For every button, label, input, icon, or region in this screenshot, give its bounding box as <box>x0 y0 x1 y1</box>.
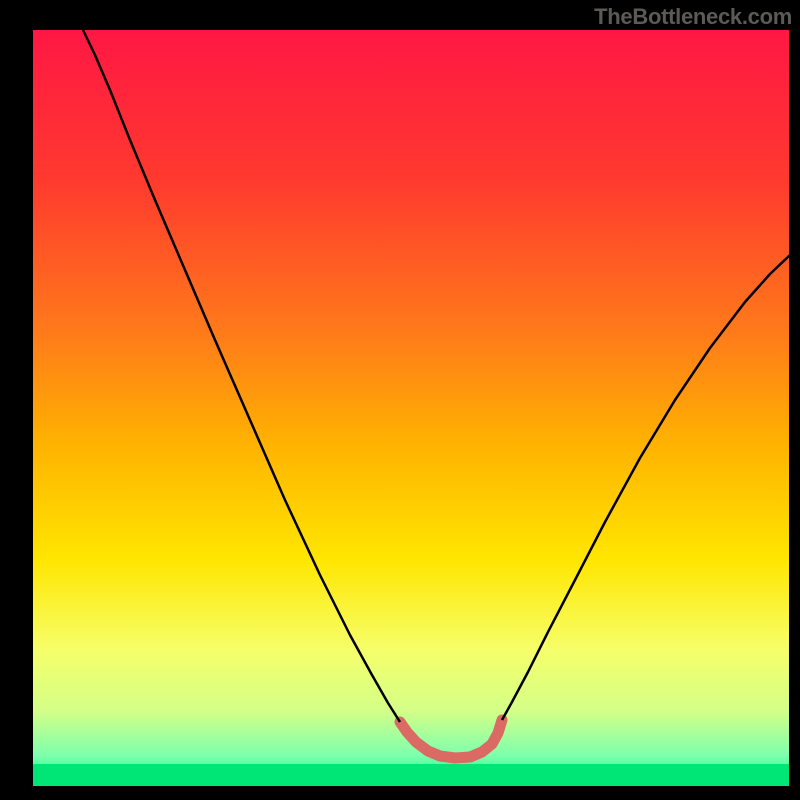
gradient-background <box>33 30 789 786</box>
green-bottom-strip <box>33 764 789 786</box>
chart-frame: TheBottleneck.com <box>0 0 800 800</box>
bottleneck-curve-chart <box>0 0 800 800</box>
